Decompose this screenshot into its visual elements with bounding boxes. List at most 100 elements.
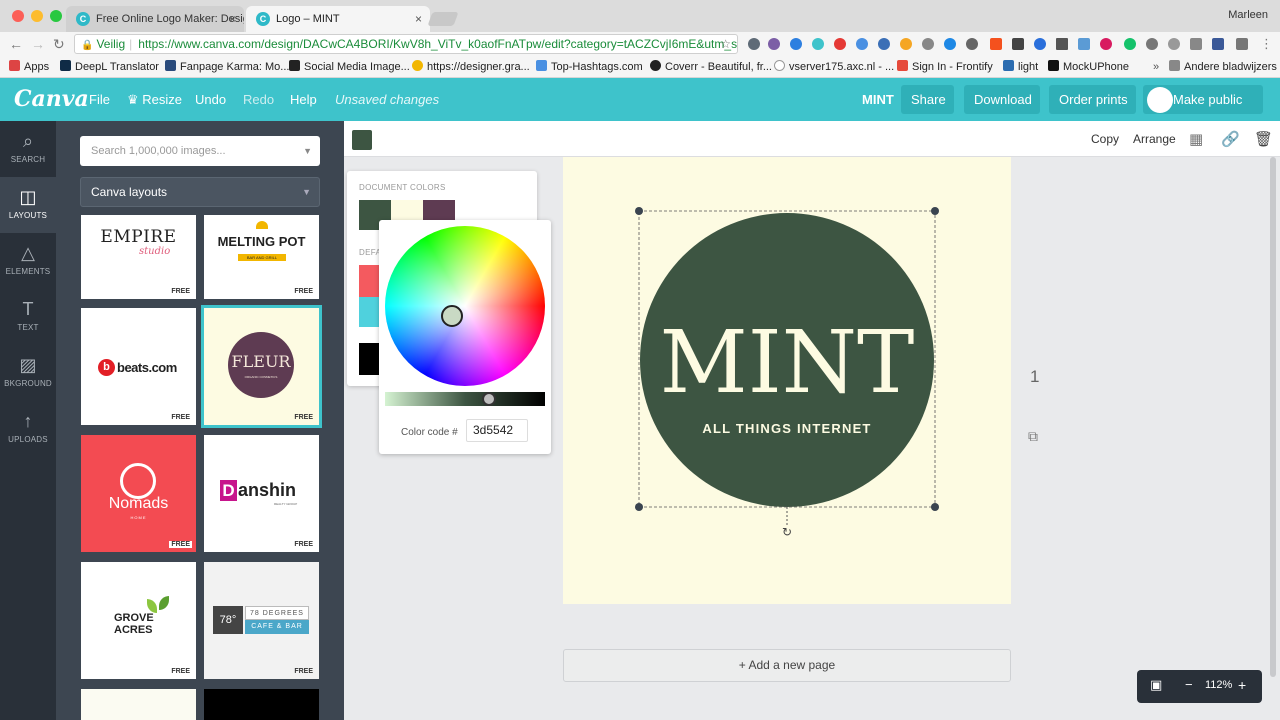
text-color-button[interactable] [352,130,372,150]
zoom-in-button[interactable]: + [1238,677,1246,693]
copy-button[interactable]: Copy [1091,132,1119,146]
layout-thumbnail-melting-pot[interactable]: MELTING POT BAR AND GRILL FREE [204,215,319,299]
design-name[interactable]: MINT [862,92,894,107]
bookmark-light[interactable]: light [1003,59,1038,75]
arrange-button[interactable]: Arrange [1133,132,1176,146]
extension-icon[interactable] [1168,38,1180,50]
new-tab-button[interactable] [427,12,459,26]
extension-icon[interactable] [748,38,760,50]
file-menu[interactable]: File [89,92,110,107]
order-prints-button[interactable]: Order prints [1049,85,1136,114]
extension-icon[interactable] [1056,38,1068,50]
color-wheel[interactable] [385,226,545,386]
make-public-toggle[interactable] [1147,87,1173,113]
help-menu[interactable]: Help [290,92,317,107]
zoom-out-button[interactable]: − [1185,677,1193,692]
color-wheel-handle[interactable] [441,305,463,327]
browser-user[interactable]: Marleen [1228,9,1268,21]
sidebar-item-text[interactable]: T TEXT [0,289,56,345]
extension-icon[interactable] [1034,38,1046,50]
color-code-input[interactable]: 3d5542 [466,419,528,442]
sidebar-item-uploads[interactable]: ↑ UPLOADS [0,401,56,457]
forward-icon[interactable]: → [31,35,45,53]
extension-icon[interactable] [790,38,802,50]
more-bookmarks-icon[interactable]: » [1153,59,1159,75]
extension-icon[interactable] [944,38,956,50]
layout-thumbnail-danshin[interactable]: D anshin REALTY GROUP FREE [204,435,319,552]
chevron-down-icon[interactable]: ▼ [303,136,312,166]
layout-thumbnail-nomads[interactable]: Nomads HOME FREE [81,435,196,552]
grammarly-icon[interactable] [1124,38,1136,50]
back-icon[interactable]: ← [9,35,23,53]
bookmark-top-hashtags[interactable]: Top-Hashtags.com [536,59,643,75]
undo-button[interactable]: Undo [195,92,226,107]
bookmark-apps[interactable]: Apps [9,59,49,75]
sidebar-item-layouts[interactable]: ◫ LAYOUTS [0,177,56,233]
layout-thumbnail-partial[interactable] [81,689,196,720]
duplicate-page-icon[interactable]: ⧉ [1028,428,1038,445]
extension-icon[interactable] [990,38,1002,50]
extension-icon[interactable] [1012,38,1024,50]
layout-thumbnail-fleur[interactable]: FLEUR ORGANIC COSMETICS FREE [201,305,322,428]
bookmark-fanpage-karma[interactable]: Fanpage Karma: Mo... [165,59,289,75]
default-color-swatch[interactable] [359,297,381,327]
bookmark-mockuphone[interactable]: MockUPhone [1048,59,1129,75]
layout-thumbnail-78-degrees[interactable]: 78° 78 DEGREES CAFE & BAR FREE [204,562,319,679]
adblock-icon[interactable] [834,38,846,50]
default-color-swatch[interactable] [359,343,381,375]
layout-thumbnail-empire[interactable]: EMPIRE studio FREE [81,215,196,299]
rotate-icon[interactable]: ↻ [782,525,792,539]
minimize-window-button[interactable] [31,10,43,22]
bookmark-frontify[interactable]: Sign In - Frontify [897,59,993,75]
browser-menu-icon[interactable]: ⋮ [1260,35,1273,53]
bookmark-designer[interactable]: https://designer.gra... [412,59,530,75]
close-tab-icon[interactable]: × [415,6,422,32]
maximize-window-button[interactable] [50,10,62,22]
default-color-swatch[interactable] [359,265,381,297]
extension-icon[interactable] [922,38,934,50]
extension-icon[interactable] [1190,38,1202,50]
browser-tab-logo-mint[interactable]: C Logo – MINT × [246,6,430,32]
layout-thumbnail-partial[interactable] [204,689,319,720]
add-page-button[interactable]: + Add a new page [563,649,1011,682]
link-icon[interactable]: 🔗 [1221,130,1240,148]
other-bookmarks[interactable]: Andere bladwijzers [1169,59,1277,75]
layouts-category-select[interactable]: Canva layouts ▼ [80,177,320,207]
redo-button[interactable]: Redo [243,92,274,107]
bookmark-coverr[interactable]: Coverr - Beautiful, fr... [650,59,772,75]
pinterest-icon[interactable] [1100,38,1112,50]
extension-icon[interactable] [856,38,868,50]
transparency-icon[interactable]: ▦ [1189,130,1203,148]
share-button[interactable]: Share [901,85,954,114]
resize-handle[interactable] [931,503,939,511]
close-window-button[interactable] [12,10,24,22]
resize-handle[interactable] [635,207,643,215]
bookmark-deepl[interactable]: DeepL Translator [60,59,159,75]
resize-menu[interactable]: ♛ Resize [127,92,182,108]
extension-icon[interactable] [900,38,912,50]
resize-handle[interactable] [635,503,643,511]
layout-thumbnail-grove-acres[interactable]: GROVE ACRES FREE [81,562,196,679]
design-page[interactable]: MINT ALL THINGS INTERNET ↻ [563,157,1011,604]
reload-icon[interactable]: ↻ [53,35,65,53]
browser-tab-logo-maker[interactable]: C Free Online Logo Maker: Desig × [66,6,244,32]
brightness-slider-handle[interactable] [482,392,496,406]
workspace-scrollbar[interactable] [1270,157,1276,677]
extension-icon[interactable] [1146,38,1158,50]
extension-icon[interactable] [1078,38,1090,50]
extension-icon[interactable] [966,38,978,50]
sidebar-item-elements[interactable]: △ ELEMENTS [0,233,56,289]
brightness-slider[interactable] [385,392,545,406]
zoom-level[interactable]: 112% [1205,679,1232,691]
close-tab-icon[interactable]: × [229,6,236,32]
trash-icon[interactable]: 🗑 [1254,130,1273,148]
logo-title[interactable]: MINT [660,313,915,413]
sidebar-item-search[interactable]: ⌕ SEARCH [0,121,56,177]
extension-icon[interactable] [768,38,780,50]
extension-icon[interactable] [812,38,824,50]
logo-tagline[interactable]: ALL THINGS INTERNET [702,421,871,436]
bookmark-vserver[interactable]: vserver175.axc.nl - ... [774,59,894,75]
canva-logo[interactable]: Canva [14,86,89,112]
image-search-input[interactable]: Search 1,000,000 images... ▼ [80,136,320,166]
facebook-icon[interactable] [1212,38,1224,50]
